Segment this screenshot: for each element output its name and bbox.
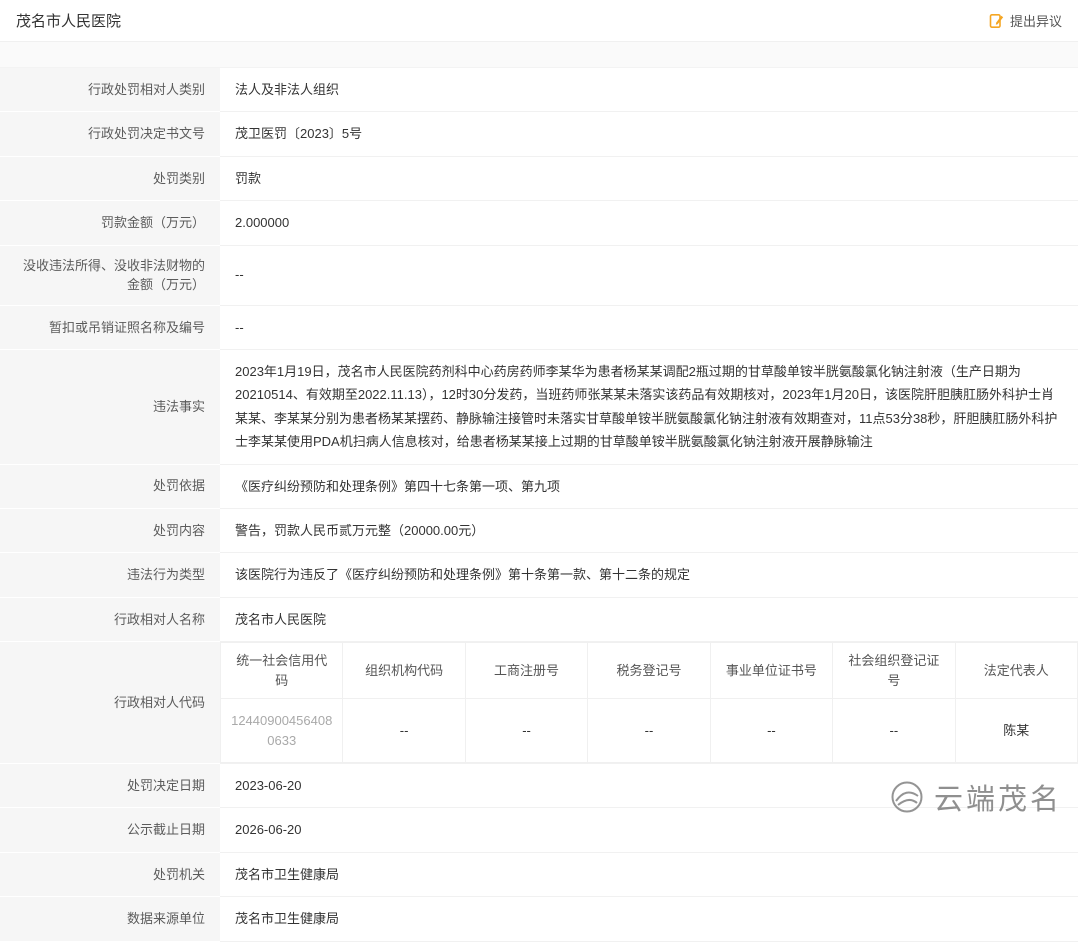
table-row: 处罚类别 罚款 [0, 157, 1078, 201]
cell-credit-code: 124409004564080633 [221, 699, 343, 763]
table-row-violation-facts: 违法事实 2023年1月19日，茂名市人民医院药剂科中心药房药师李某华为患者杨某… [0, 350, 1078, 465]
table-row: 行政相对人名称 茂名市人民医院 [0, 598, 1078, 642]
header: 茂名市人民医院 提出异议 [0, 0, 1078, 41]
cell-institution-cert: -- [710, 699, 832, 763]
col-header-institution-cert: 事业单位证书号 [710, 643, 832, 699]
table-row-entity-codes: 行政相对人代码 统一社会信用代码 组织机构代码 工商注册号 税务登记号 事业单位… [0, 642, 1078, 764]
row-label: 违法行为类型 [0, 553, 220, 597]
row-value: 罚款 [220, 157, 1078, 201]
table-row: 没收违法所得、没收非法财物的金额（万元） -- [0, 246, 1078, 306]
table-row: 处罚内容 警告，罚款人民币贰万元整（20000.00元） [0, 509, 1078, 553]
cell-social-org-reg: -- [833, 699, 955, 763]
row-label: 处罚机关 [0, 853, 220, 897]
penalty-info-table: 行政处罚相对人类别 法人及非法人组织 行政处罚决定书文号 茂卫医罚〔2023〕5… [0, 68, 1078, 942]
objection-button[interactable]: 提出异议 [989, 11, 1062, 30]
table-row: 行政处罚决定书文号 茂卫医罚〔2023〕5号 [0, 112, 1078, 156]
row-label: 行政相对人代码 [0, 642, 220, 764]
row-value: 《医疗纠纷预防和处理条例》第四十七条第一项、第九项 [220, 465, 1078, 509]
col-header-tax-reg: 税务登记号 [588, 643, 710, 699]
col-header-org-code: 组织机构代码 [343, 643, 465, 699]
cell-tax-reg: -- [588, 699, 710, 763]
table-row: 处罚决定日期 2023-06-20 [0, 764, 1078, 808]
row-value: 2.000000 [220, 201, 1078, 245]
row-value: 茂名市卫生健康局 [220, 853, 1078, 897]
row-label: 公示截止日期 [0, 808, 220, 852]
table-row: 罚款金额（万元） 2.000000 [0, 201, 1078, 245]
row-value: -- [220, 306, 1078, 350]
row-value: 2023-06-20 [220, 764, 1078, 808]
row-label: 没收违法所得、没收非法财物的金额（万元） [0, 246, 220, 306]
col-header-credit-code: 统一社会信用代码 [221, 643, 343, 699]
row-label: 行政处罚相对人类别 [0, 68, 220, 112]
objection-label: 提出异议 [1010, 11, 1062, 30]
cell-business-reg: -- [465, 699, 587, 763]
row-value: 茂卫医罚〔2023〕5号 [220, 112, 1078, 156]
row-label: 处罚内容 [0, 509, 220, 553]
row-value: 警告，罚款人民币贰万元整（20000.00元） [220, 509, 1078, 553]
row-value: 2026-06-20 [220, 808, 1078, 852]
entity-code-table: 统一社会信用代码 组织机构代码 工商注册号 税务登记号 事业单位证书号 社会组织… [220, 642, 1078, 763]
row-label: 处罚决定日期 [0, 764, 220, 808]
table-row: 行政处罚相对人类别 法人及非法人组织 [0, 68, 1078, 112]
row-value: 2023年1月19日，茂名市人民医院药剂科中心药房药师李某华为患者杨某某调配2瓶… [220, 350, 1078, 465]
col-header-legal-rep: 法定代表人 [955, 643, 1077, 699]
cell-legal-rep: 陈某 [955, 699, 1077, 763]
table-row: 暂扣或吊销证照名称及编号 -- [0, 306, 1078, 350]
row-label: 行政处罚决定书文号 [0, 112, 220, 156]
row-value: -- [220, 246, 1078, 306]
cell-org-code: -- [343, 699, 465, 763]
row-value: 统一社会信用代码 组织机构代码 工商注册号 税务登记号 事业单位证书号 社会组织… [220, 642, 1078, 764]
entity-code-header-row: 统一社会信用代码 组织机构代码 工商注册号 税务登记号 事业单位证书号 社会组织… [221, 643, 1078, 699]
page-title: 茂名市人民医院 [16, 10, 121, 31]
row-value: 茂名市卫生健康局 [220, 897, 1078, 941]
entity-code-value-row: 124409004564080633 -- -- -- -- -- 陈某 [221, 699, 1078, 763]
row-label: 处罚类别 [0, 157, 220, 201]
col-header-business-reg: 工商注册号 [465, 643, 587, 699]
row-label: 罚款金额（万元） [0, 201, 220, 245]
table-row: 处罚机关 茂名市卫生健康局 [0, 853, 1078, 897]
table-row: 公示截止日期 2026-06-20 [0, 808, 1078, 852]
row-value: 该医院行为违反了《医疗纠纷预防和处理条例》第十条第一款、第十二条的规定 [220, 553, 1078, 597]
header-divider [0, 41, 1078, 68]
table-row: 违法行为类型 该医院行为违反了《医疗纠纷预防和处理条例》第十条第一款、第十二条的… [0, 553, 1078, 597]
objection-pen-icon [989, 13, 1005, 29]
col-header-social-org-reg: 社会组织登记证号 [833, 643, 955, 699]
row-label: 处罚依据 [0, 465, 220, 509]
row-label: 数据来源单位 [0, 897, 220, 941]
row-label: 暂扣或吊销证照名称及编号 [0, 306, 220, 350]
table-row: 处罚依据 《医疗纠纷预防和处理条例》第四十七条第一项、第九项 [0, 465, 1078, 509]
table-row: 数据来源单位 茂名市卫生健康局 [0, 897, 1078, 941]
row-label: 行政相对人名称 [0, 598, 220, 642]
row-value: 法人及非法人组织 [220, 68, 1078, 112]
row-label: 违法事实 [0, 350, 220, 465]
row-value: 茂名市人民医院 [220, 598, 1078, 642]
